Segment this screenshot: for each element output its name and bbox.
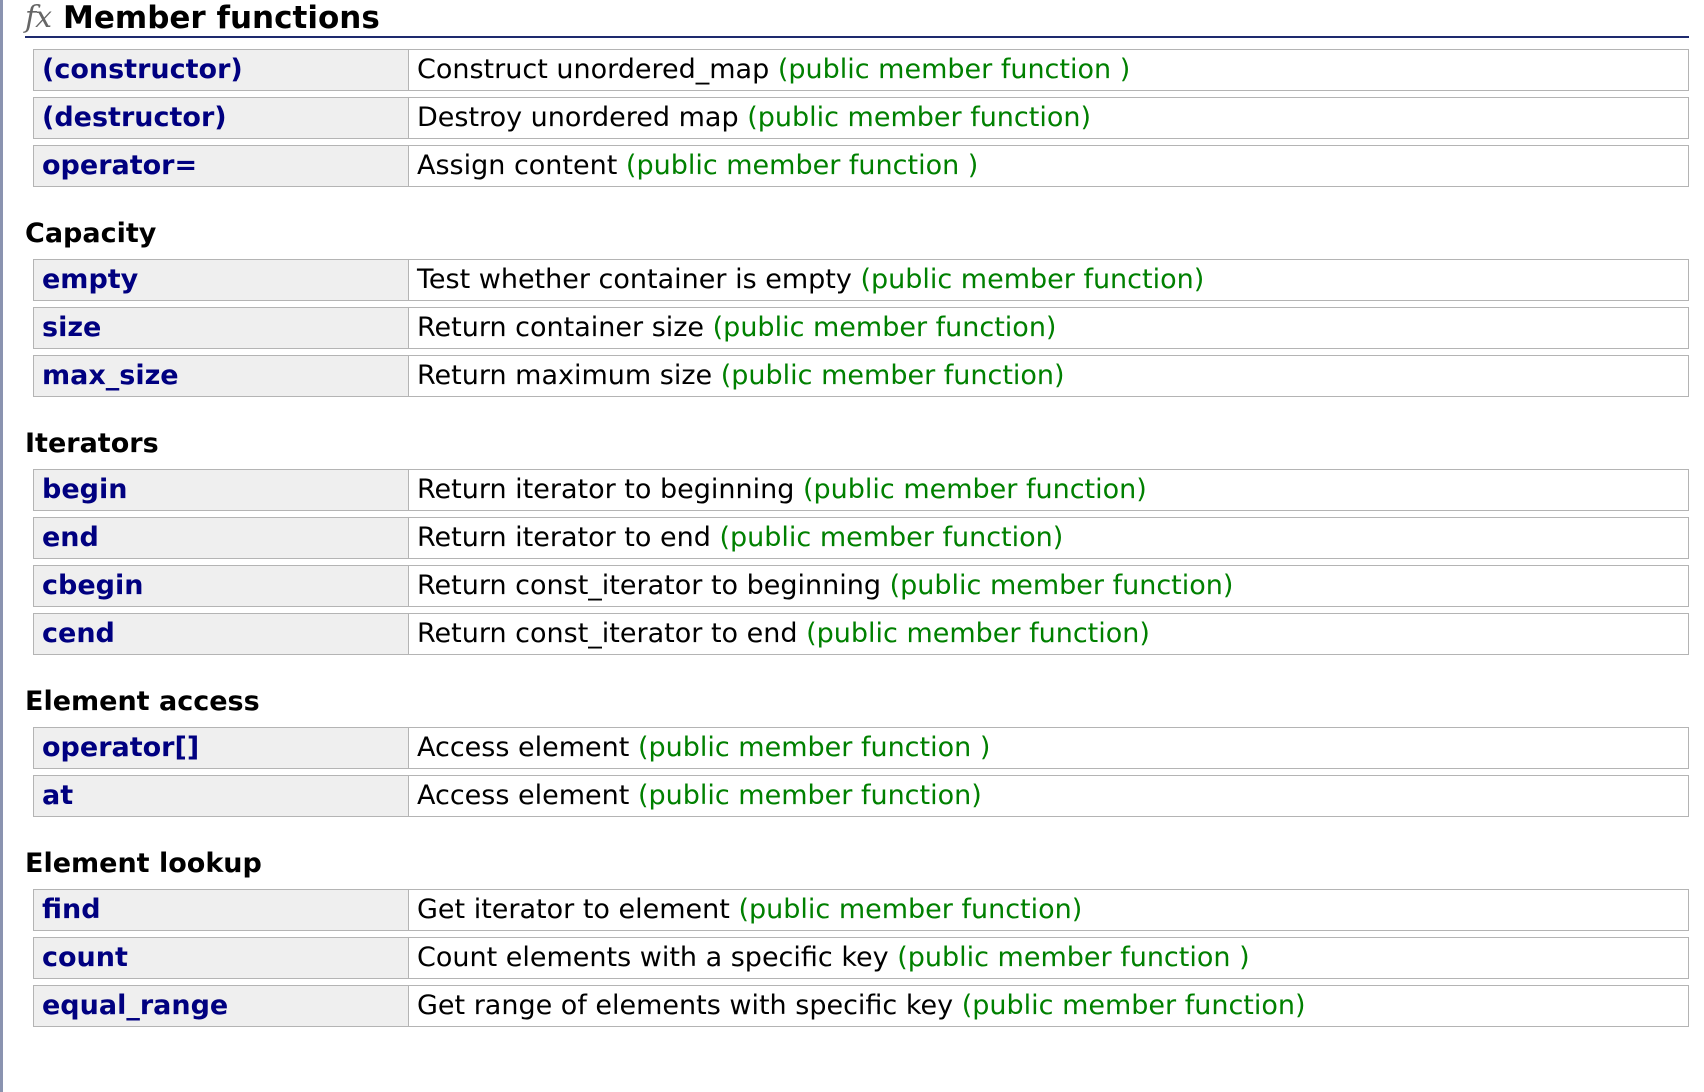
member-kind-label: (public member function) — [889, 570, 1234, 601]
description-text: Return iterator to beginning — [417, 474, 795, 505]
member-kind-label: (public member function) — [806, 618, 1150, 649]
member-kind-label: (public member function) — [712, 312, 1057, 343]
function-group: (constructor) Construct unordered_map (pu… — [25, 38, 1689, 187]
function-description: Return iterator to beginning (public mem… — [409, 470, 1688, 510]
member-kind-label: (public member function) — [747, 102, 1092, 133]
function-description: Count elements with a specific key (publ… — [409, 938, 1688, 978]
member-kind-label: (public member function ) — [637, 732, 991, 763]
function-description: Return const_iterator to beginning (publ… — [409, 566, 1688, 606]
function-name-link[interactable]: at — [34, 776, 409, 816]
function-name-link[interactable]: (constructor) — [34, 50, 409, 90]
function-groups: (constructor) Construct unordered_map (pu… — [25, 38, 1689, 1027]
section-header: fx Member functions — [25, 0, 1689, 38]
member-kind-label: (public member function) — [860, 264, 1205, 295]
section-title: Member functions — [63, 0, 380, 36]
function-group: Element access operator[] Access element (… — [25, 685, 1689, 817]
function-fx-icon: fx — [25, 0, 52, 35]
member-kind-label: (public member function ) — [625, 150, 979, 181]
function-row: size Return container size (public member… — [33, 307, 1689, 349]
function-name-link[interactable]: operator= — [34, 146, 409, 186]
function-row: find Get iterator to element (public memb… — [33, 889, 1689, 931]
function-row: begin Return iterator to beginning (publi… — [33, 469, 1689, 511]
function-description: Return maximum size (public member funct… — [409, 356, 1688, 396]
function-row: operator[] Access element (public member … — [33, 727, 1689, 769]
member-kind-label: (public member function) — [961, 990, 1306, 1021]
member-kind-label: (public member function) — [719, 522, 1064, 553]
description-text: Construct unordered_map — [417, 54, 770, 85]
description-text: Access element — [417, 780, 630, 811]
function-name-link[interactable]: count — [34, 938, 409, 978]
function-description: Return container size (public member fun… — [409, 308, 1688, 348]
group-title: Element access — [25, 686, 260, 717]
function-description: Assign content (public member function ) — [409, 146, 1688, 186]
function-name-link[interactable]: cend — [34, 614, 409, 654]
description-text: Get iterator to element — [417, 894, 730, 925]
function-row: at Access element (public member function… — [33, 775, 1689, 817]
description-text: Access element — [417, 732, 630, 763]
function-row: equal_range Get range of elements with sp… — [33, 985, 1689, 1027]
group-title: Element lookup — [25, 848, 262, 879]
group-title: Capacity — [25, 218, 157, 249]
member-kind-label: (public member function) — [802, 474, 1147, 505]
description-text: Return container size — [417, 312, 705, 343]
function-row: (destructor) Destroy unordered map (publi… — [33, 97, 1689, 139]
function-name-link[interactable]: find — [34, 890, 409, 930]
function-name-link[interactable]: begin — [34, 470, 409, 510]
function-description: Access element (public member function) — [409, 776, 1688, 816]
function-description: Return const_iterator to end (public mem… — [409, 614, 1688, 654]
function-name-link[interactable]: equal_range — [34, 986, 409, 1026]
description-text: Return const_iterator to beginning — [417, 570, 881, 601]
function-description: Return iterator to end (public member fu… — [409, 518, 1688, 558]
function-description: Construct unordered_map (public member f… — [409, 50, 1688, 90]
function-row: cend Return const_iterator to end (public… — [33, 613, 1689, 655]
member-functions-section: fx Member functions (constructor) Constru… — [25, 0, 1689, 1033]
function-group: Capacity empty Test whether container is e… — [25, 217, 1689, 397]
function-name-link[interactable]: cbegin — [34, 566, 409, 606]
function-row: count Count elements with a specific key … — [33, 937, 1689, 979]
function-row: empty Test whether container is empty (pu… — [33, 259, 1689, 301]
function-description: Get range of elements with specific key … — [409, 986, 1688, 1026]
description-text: Get range of elements with specific key — [417, 990, 954, 1021]
member-kind-label: (public member function) — [720, 360, 1065, 391]
function-description: Test whether container is empty (public … — [409, 260, 1688, 300]
function-row: operator= Assign content (public member f… — [33, 145, 1689, 187]
description-text: Return const_iterator to end — [417, 618, 798, 649]
member-kind-label: (public member function) — [738, 894, 1083, 925]
description-text: Return iterator to end — [417, 522, 711, 553]
function-row: max_size Return maximum size (public memb… — [33, 355, 1689, 397]
function-name-link[interactable]: empty — [34, 260, 409, 300]
function-name-link[interactable]: size — [34, 308, 409, 348]
description-text: Destroy unordered map — [417, 102, 739, 133]
function-row: cbegin Return const_iterator to beginning… — [33, 565, 1689, 607]
function-name-link[interactable]: operator[] — [34, 728, 409, 768]
function-description: Destroy unordered map (public member fun… — [409, 98, 1688, 138]
member-kind-label: (public member function) — [637, 780, 982, 811]
function-description: Access element (public member function ) — [409, 728, 1688, 768]
description-text: Count elements with a specific key — [417, 942, 889, 973]
function-description: Get iterator to element (public member f… — [409, 890, 1688, 930]
member-kind-label: (public member function ) — [777, 54, 1131, 85]
function-name-link[interactable]: (destructor) — [34, 98, 409, 138]
function-row: end Return iterator to end (public member… — [33, 517, 1689, 559]
function-group: Iterators begin Return iterator to beginni… — [25, 427, 1689, 655]
function-name-link[interactable]: end — [34, 518, 409, 558]
group-title: Iterators — [25, 428, 159, 459]
function-row: (constructor) Construct unordered_map (pu… — [33, 49, 1689, 91]
left-border-rule — [0, 0, 3, 1092]
function-group: Element lookup find Get iterator to elemen… — [25, 847, 1689, 1027]
function-name-link[interactable]: max_size — [34, 356, 409, 396]
description-text: Assign content — [417, 150, 618, 181]
member-kind-label: (public member function ) — [897, 942, 1250, 973]
description-text: Return maximum size — [417, 360, 713, 391]
description-text: Test whether container is empty — [417, 264, 852, 295]
